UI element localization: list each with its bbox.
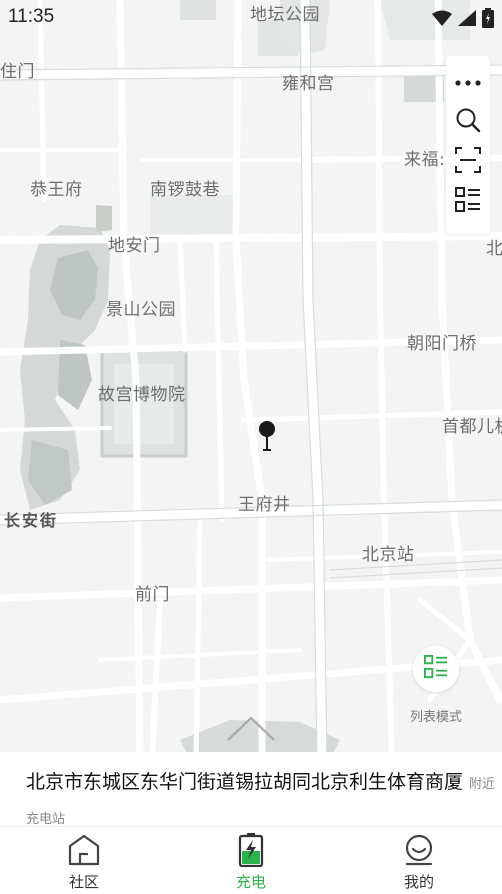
tab-profile[interactable]: 我的 (369, 827, 469, 894)
map-view[interactable]: 地坛公园 雍和宫 来福: 北 恭王府 南锣鼓巷 地安门 景山公园 朝阳门桥 故宫… (0, 0, 502, 760)
profile-icon (403, 833, 435, 867)
map-toolbar (446, 56, 490, 234)
map-label-yonghe-temple: 雍和宫 (282, 74, 335, 94)
signal-icon (458, 10, 476, 30)
list-mode-label: 列表模式 (409, 710, 462, 725)
tab-profile-label: 我的 (403, 873, 434, 891)
map-label-laifu: 来福: (404, 150, 446, 170)
status-bar: 11:35 (0, 0, 502, 34)
map-label-dianmen: 地安门 (108, 236, 161, 256)
list-icon (455, 187, 481, 217)
address-text: 北京市东城区东华门街道锡拉胡同北京利生体育商厦 (26, 771, 464, 793)
charge-icon (238, 833, 264, 867)
wifi-icon (432, 10, 452, 30)
map-label-palace-museum: 故宫博物院 (98, 385, 186, 405)
map-label-chaoyangmen-bridge: 朝阳门桥 (407, 334, 477, 354)
map-label-jingshan-park: 景山公园 (106, 300, 176, 320)
map-label-zhumen: 住门 (0, 62, 35, 82)
tab-community-label: 社区 (68, 873, 99, 891)
search-icon (455, 107, 481, 137)
status-icons (432, 8, 494, 32)
tab-charge[interactable]: 充电 (201, 827, 301, 894)
battery-icon (482, 8, 494, 32)
search-button[interactable] (446, 102, 490, 142)
tab-charge-label: 充电 (235, 873, 266, 891)
expand-sheet-button[interactable] (226, 714, 276, 746)
list-mode-button[interactable] (413, 646, 459, 692)
list-view-button[interactable] (446, 182, 490, 222)
map-label-children-hospital: 首都儿机 (442, 417, 502, 437)
map-canvas (0, 0, 502, 760)
more-icon (455, 71, 481, 90)
bottom-tab-bar: 社区 充电 我的 (0, 826, 502, 894)
tab-community[interactable]: 社区 (34, 827, 134, 894)
map-label-nanluoguxiang: 南锣鼓巷 (150, 180, 220, 200)
map-label-beijing-station: 北京站 (362, 545, 415, 565)
map-label-qianmen: 前门 (135, 585, 170, 605)
chevron-up-icon (226, 716, 276, 746)
list-mode-icon (424, 655, 448, 683)
scan-button[interactable] (446, 142, 490, 182)
home-icon (67, 833, 101, 867)
map-label-gongwangfu: 恭王府 (30, 180, 83, 200)
status-time: 11:35 (8, 6, 55, 27)
map-label-bei: 北 (486, 239, 502, 259)
map-label-wangfujing: 王府井 (238, 495, 291, 515)
more-button[interactable] (446, 60, 490, 100)
scan-icon (455, 147, 481, 177)
map-label-changan-street: 长安街 (4, 511, 59, 530)
address-sheet[interactable]: 北京市东城区东华门街道锡拉胡同北京利生体育商厦 附近充电站 (0, 752, 502, 827)
